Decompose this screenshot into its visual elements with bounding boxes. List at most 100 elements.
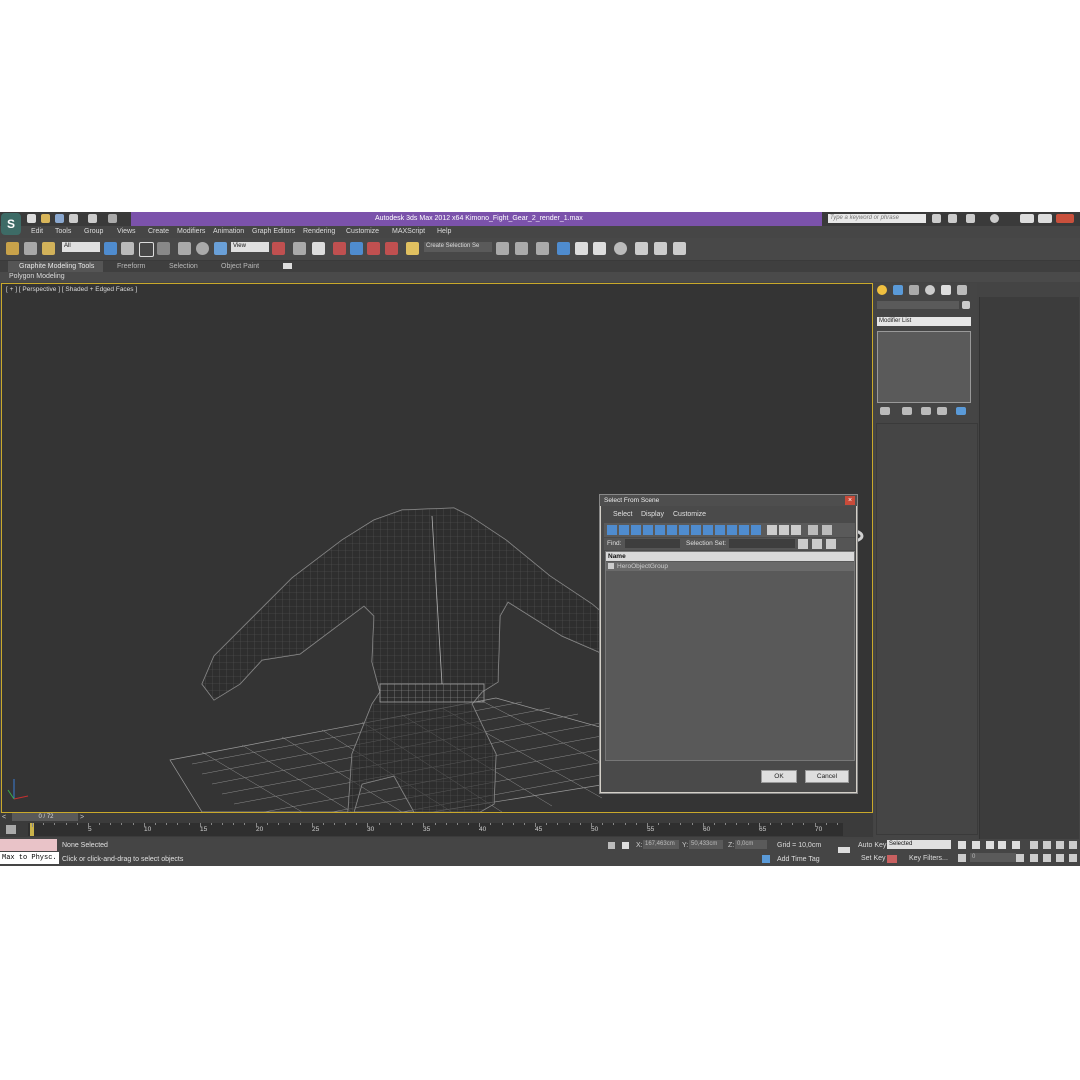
- tab-object-paint[interactable]: Object Paint: [221, 263, 259, 270]
- show-end-result-icon[interactable]: [902, 407, 912, 415]
- modifier-stack[interactable]: [877, 331, 971, 403]
- binoculars-icon[interactable]: [932, 214, 941, 223]
- maximize-viewport-icon[interactable]: [1069, 854, 1077, 862]
- selection-set-dropdown[interactable]: [729, 539, 795, 548]
- kimono-model[interactable]: [201, 507, 633, 812]
- menu-animation[interactable]: Animation: [213, 228, 244, 235]
- go-to-start-icon[interactable]: [958, 841, 966, 849]
- rendered-frame-window-icon[interactable]: [654, 242, 667, 255]
- go-to-end-icon[interactable]: [1012, 841, 1020, 849]
- menu-modifiers[interactable]: Modifiers: [177, 228, 205, 235]
- time-slider[interactable]: 0 / 72: [12, 813, 78, 821]
- snaps-toggle-icon[interactable]: [333, 242, 346, 255]
- current-frame-field[interactable]: 0: [970, 853, 1016, 862]
- reference-coordinate-dropdown[interactable]: View: [231, 242, 269, 252]
- load-selection-set-icon[interactable]: [812, 539, 822, 549]
- display-lights-icon[interactable]: [631, 525, 641, 535]
- timeline-track[interactable]: 5 10 15 20 25 30 35 40 45 50 55 60 65 70: [28, 823, 843, 836]
- x-coordinate-field[interactable]: 167,463cm: [643, 840, 679, 849]
- menu-help[interactable]: Help: [437, 228, 451, 235]
- modifier-list-dropdown[interactable]: Modifier List: [877, 317, 971, 326]
- menu-customize[interactable]: Customize: [346, 228, 379, 235]
- filter-icon[interactable]: [808, 525, 818, 535]
- communication-center-icon[interactable]: [948, 214, 957, 223]
- display-shapes-icon[interactable]: [619, 525, 629, 535]
- display-groups-icon[interactable]: [679, 525, 689, 535]
- open-file-icon[interactable]: [41, 214, 50, 223]
- display-bones-icon[interactable]: [703, 525, 713, 535]
- key-mode-dropdown[interactable]: Selected: [887, 840, 951, 849]
- key-icon[interactable]: [838, 847, 850, 853]
- scene-object-list[interactable]: Name HeroObjectGroup: [605, 551, 855, 761]
- select-and-link-icon[interactable]: [6, 242, 19, 255]
- menu-views[interactable]: Views: [117, 228, 136, 235]
- zoom-all-icon[interactable]: [1043, 841, 1051, 849]
- select-none-icon[interactable]: [779, 525, 789, 535]
- minimize-button[interactable]: [1020, 214, 1034, 223]
- align-icon[interactable]: [515, 242, 528, 255]
- auto-key-button[interactable]: Auto Key: [858, 842, 886, 849]
- maximize-button[interactable]: [1038, 214, 1052, 223]
- hierarchy-panel-icon[interactable]: [909, 285, 919, 295]
- object-name-field[interactable]: [877, 301, 959, 309]
- app-logo[interactable]: S: [1, 213, 21, 235]
- zoom-extents-all-icon[interactable]: [1069, 841, 1077, 849]
- key-filters-button[interactable]: Key Filters...: [909, 855, 948, 862]
- angle-snap-icon[interactable]: [350, 242, 363, 255]
- tab-selection[interactable]: Selection: [169, 263, 198, 270]
- favorites-star-icon[interactable]: [966, 214, 975, 223]
- named-selection-set-dropdown[interactable]: Create Selection Se: [424, 242, 492, 252]
- transform-mode-icon[interactable]: [622, 842, 629, 849]
- ok-button[interactable]: OK: [761, 770, 797, 783]
- pin-stack-icon[interactable]: [880, 407, 890, 415]
- help-icon[interactable]: [990, 214, 999, 223]
- dialog-title-bar[interactable]: Select From Scene ×: [600, 495, 857, 506]
- schematic-view-icon[interactable]: [593, 242, 606, 255]
- cancel-button[interactable]: Cancel: [805, 770, 849, 783]
- menu-rendering[interactable]: Rendering: [303, 228, 335, 235]
- manipulate-icon[interactable]: [293, 242, 306, 255]
- timeslider-prev-icon[interactable]: <: [2, 814, 10, 822]
- render-production-icon[interactable]: [673, 242, 686, 255]
- display-frozen-icon[interactable]: [727, 525, 737, 535]
- key-mode-toggle-icon[interactable]: [958, 854, 966, 862]
- percent-snap-icon[interactable]: [367, 242, 380, 255]
- dialog-menu-select[interactable]: Select: [613, 511, 632, 518]
- bind-space-warp-icon[interactable]: [42, 242, 55, 255]
- redo-icon[interactable]: [88, 214, 97, 223]
- layer-manager-icon[interactable]: [536, 242, 549, 255]
- lock-selection-icon[interactable]: [608, 842, 615, 849]
- display-panel-icon[interactable]: [941, 285, 951, 295]
- configure-modifier-sets-icon[interactable]: [956, 407, 966, 415]
- object-color-swatch[interactable]: [962, 301, 970, 309]
- graphite-toggle-icon[interactable]: [557, 242, 570, 255]
- next-frame-icon[interactable]: [998, 841, 1006, 849]
- new-file-icon[interactable]: [27, 214, 36, 223]
- column-name[interactable]: Name: [608, 553, 626, 560]
- zoom-icon[interactable]: [1030, 841, 1038, 849]
- list-header[interactable]: Name: [606, 552, 854, 561]
- field-of-view-icon[interactable]: [1030, 854, 1038, 862]
- add-time-tag[interactable]: Add Time Tag: [777, 856, 820, 863]
- mirror-icon[interactable]: [496, 242, 509, 255]
- project-folder-icon[interactable]: [108, 214, 117, 223]
- display-containers-icon[interactable]: [715, 525, 725, 535]
- display-cameras-icon[interactable]: [643, 525, 653, 535]
- set-key-icon[interactable]: [887, 855, 897, 863]
- dialog-menu-display[interactable]: Display: [641, 511, 664, 518]
- menu-edit[interactable]: Edit: [31, 228, 43, 235]
- mini-curve-editor-icon[interactable]: [6, 825, 16, 834]
- display-helpers-icon[interactable]: [655, 525, 665, 535]
- remove-modifier-icon[interactable]: [937, 407, 947, 415]
- pivot-center-icon[interactable]: [272, 242, 285, 255]
- menu-group[interactable]: Group: [84, 228, 103, 235]
- select-and-move-icon[interactable]: [178, 242, 191, 255]
- select-invert-icon[interactable]: [791, 525, 801, 535]
- spinner-snap-icon[interactable]: [385, 242, 398, 255]
- dialog-close-button[interactable]: ×: [845, 496, 855, 505]
- display-all-icon[interactable]: [751, 525, 761, 535]
- menu-create[interactable]: Create: [148, 228, 169, 235]
- search-input[interactable]: Type a keyword or phrase: [828, 214, 926, 223]
- set-key-button[interactable]: Set Key: [861, 855, 886, 862]
- previous-frame-icon[interactable]: [972, 841, 980, 849]
